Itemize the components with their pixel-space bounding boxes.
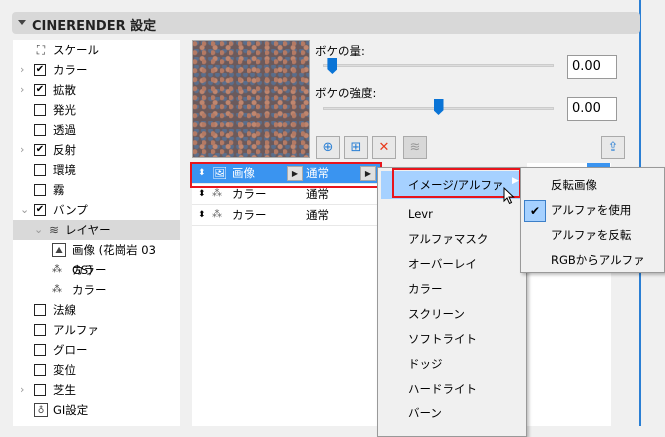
color-icon: ⁂	[212, 209, 222, 220]
menu-item[interactable]: カラー	[408, 281, 443, 297]
bokeh-strength-label: ボケの強度:	[315, 86, 377, 100]
color-icon: ⁂	[52, 284, 62, 295]
submenu-item[interactable]: 反転画像	[551, 177, 597, 193]
header-title: CINERENDER 設定	[32, 19, 157, 34]
bokeh-amount-slider[interactable]	[323, 64, 554, 67]
checkbox[interactable]: ✔	[34, 84, 46, 96]
tree-item-image[interactable]: ⛰ 画像 (花崗岩 03 GS)	[13, 240, 180, 277]
delete-layer-button[interactable]: ✕	[372, 136, 396, 159]
highlight-box	[190, 162, 382, 188]
tree-item-color[interactable]: › ✔ カラー	[13, 60, 180, 80]
tree-item-luminance[interactable]: 発光	[13, 100, 180, 120]
tree-item-layers[interactable]: ⌄ ≋ レイヤー	[13, 220, 180, 240]
tree-item-color-layer[interactable]: ⁂ カラー	[13, 260, 180, 280]
chevron-right-icon[interactable]: ›	[20, 80, 24, 100]
slider-thumb[interactable]	[433, 99, 444, 115]
chevron-down-icon[interactable]: ⌄	[34, 220, 43, 240]
checkbox[interactable]	[34, 384, 46, 396]
menu-item[interactable]: アルファマスク	[408, 231, 488, 247]
menu-item[interactable]: ハードライト	[408, 381, 477, 397]
image-icon: ⛰	[52, 243, 66, 257]
image-alpha-submenu: 反転画像 ✔ アルファを使用 アルファを反転 RGBからアルファ	[520, 167, 665, 273]
chevron-right-icon[interactable]: ›	[20, 140, 24, 160]
gi-icon: ♁	[34, 403, 48, 417]
submenu-item[interactable]: RGBからアルファ	[551, 252, 645, 268]
menu-item[interactable]: ドッジ	[408, 356, 443, 372]
tree-item-scale[interactable]: ⛶ スケール	[13, 40, 180, 60]
tree-item-fog[interactable]: 霧	[13, 180, 180, 200]
check-icon: ✔	[524, 200, 546, 222]
menu-item[interactable]: Levr	[408, 207, 433, 221]
blend-mode-menu: イメージ/アルファ ▶ Levr アルファマスク オーバーレイ カラー スクリー…	[377, 167, 527, 437]
export-button[interactable]: ⇪	[601, 136, 625, 159]
layer-list: ⬍ 🖼 画像 ▶ 通常 ▶ ⬍ ⁂ カラー 通常 ⬍ ⁂ カラー 通常	[192, 163, 380, 426]
chevron-down-icon[interactable]: ⌄	[20, 200, 29, 220]
checkbox[interactable]	[34, 344, 46, 356]
slider-thumb[interactable]	[327, 58, 338, 74]
cinerender-settings-header[interactable]: CINERENDER 設定	[12, 12, 640, 34]
scale-icon: ⛶	[36, 43, 46, 57]
layer-row[interactable]: ⬍ ⁂ カラー 通常	[192, 205, 380, 226]
menu-item[interactable]: バーン	[408, 405, 442, 421]
checkbox[interactable]	[34, 164, 46, 176]
checkbox[interactable]	[34, 124, 46, 136]
texture-preview	[192, 40, 310, 158]
checkbox[interactable]	[34, 304, 46, 316]
mouse-cursor-icon	[503, 187, 515, 205]
highlight-box	[392, 168, 521, 198]
bokeh-strength-input[interactable]: 0.00	[567, 97, 617, 121]
checkbox[interactable]: ✔	[34, 204, 46, 216]
collapse-triangle-icon	[18, 20, 26, 25]
chevron-right-icon[interactable]: ›	[20, 380, 24, 400]
menu-item[interactable]: スクリーン	[408, 306, 465, 322]
checkbox[interactable]	[34, 104, 46, 116]
bokeh-amount-label: ボケの量:	[315, 44, 365, 58]
layers-icon: ≋	[48, 223, 60, 237]
tree-item-grass[interactable]: › 芝生	[13, 380, 180, 400]
tree-item-gi-settings[interactable]: ♁ GI設定	[13, 400, 180, 420]
merge-layers-icon[interactable]: ≋	[403, 136, 427, 159]
menu-item[interactable]: ソフトライト	[408, 331, 477, 347]
submenu-item[interactable]: アルファを反転	[551, 227, 631, 243]
checkbox[interactable]	[34, 324, 46, 336]
tree-item-normal[interactable]: 法線	[13, 300, 180, 320]
bokeh-amount-input[interactable]: 0.00	[567, 55, 617, 79]
checkbox[interactable]: ✔	[34, 64, 46, 76]
checkbox[interactable]: ✔	[34, 144, 46, 156]
tree-item-alpha[interactable]: アルファ	[13, 320, 180, 340]
tree-item-environment[interactable]: 環境	[13, 160, 180, 180]
reorder-icon[interactable]: ⬍	[198, 205, 206, 225]
checkbox[interactable]	[34, 184, 46, 196]
chevron-right-icon[interactable]: ›	[20, 60, 24, 80]
add-image-layer-button[interactable]: ⊞	[344, 136, 368, 159]
tree-item-transparency[interactable]: 透過	[13, 120, 180, 140]
tree-item-bump[interactable]: ⌄ ✔ バンプ	[13, 200, 180, 220]
tree-item-color-layer[interactable]: ⁂ カラー	[13, 280, 180, 300]
color-icon: ⁂	[52, 264, 62, 275]
tree-item-glow[interactable]: グロー	[13, 340, 180, 360]
submenu-item-checked[interactable]: アルファを使用	[551, 202, 631, 218]
menu-item[interactable]: オーバーレイ	[408, 256, 477, 272]
add-color-layer-button[interactable]: ⊕	[316, 136, 340, 159]
tree-item-reflection[interactable]: › ✔ 反射	[13, 140, 180, 160]
channel-tree: ⛶ スケール › ✔ カラー › ✔ 拡散 発光 透過 › ✔ 反射 環境 霧 ⌄ ✔ バンプ ⌄…	[13, 40, 180, 426]
checkbox[interactable]	[34, 364, 46, 376]
tree-item-displacement[interactable]: 変位	[13, 360, 180, 380]
tree-item-diffuse[interactable]: › ✔ 拡散	[13, 80, 180, 100]
